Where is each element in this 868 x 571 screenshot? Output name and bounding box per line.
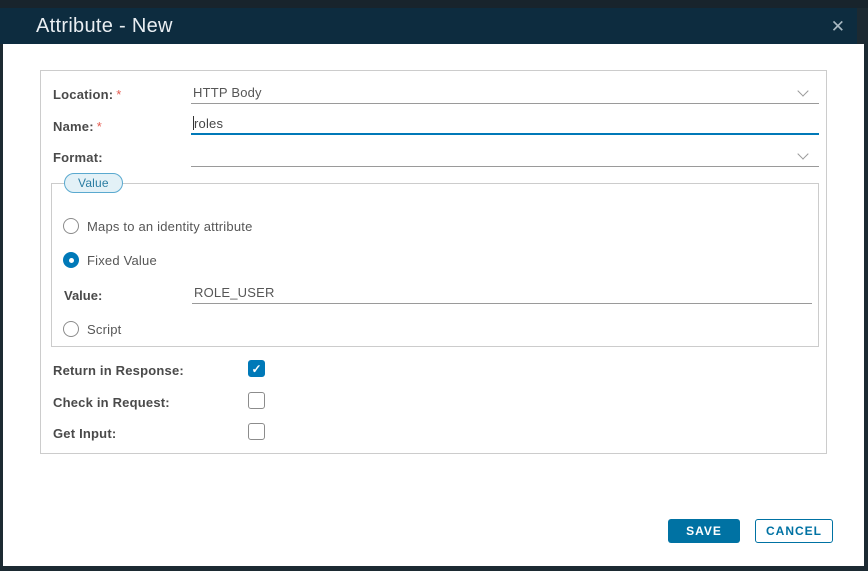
value-section: Value Maps to an identity attribute Fixe… xyxy=(51,183,819,347)
cancel-button[interactable]: CANCEL xyxy=(755,519,833,543)
get-input-label: Get Input: xyxy=(53,426,116,441)
check-in-request-label: Check in Request: xyxy=(53,395,170,410)
radio-unselected-icon[interactable] xyxy=(63,321,79,337)
radio-row-script[interactable]: Script xyxy=(63,321,121,337)
check-icon: ✓ xyxy=(251,363,261,375)
radio-selected-icon[interactable] xyxy=(63,252,79,268)
value-field-value: ROLE_USER xyxy=(194,285,275,300)
modal-header: Attribute - New ✕ xyxy=(0,8,857,44)
required-marker: * xyxy=(97,119,102,134)
name-value: roles xyxy=(194,116,223,131)
return-in-response-label: Return in Response: xyxy=(53,363,184,378)
radio-label: Fixed Value xyxy=(87,253,157,268)
format-select[interactable] xyxy=(191,145,819,167)
radio-unselected-icon[interactable] xyxy=(63,218,79,234)
background-overlay: Service Provider - Edit xyxy=(0,0,868,8)
name-label: Name:* xyxy=(53,119,102,134)
get-input-checkbox[interactable]: ✓ xyxy=(248,423,265,440)
location-label: Location:* xyxy=(53,87,122,102)
modal-body: Location:* HTTP Body Name:* roles Format… xyxy=(3,44,864,566)
value-input[interactable]: ROLE_USER xyxy=(192,282,812,304)
required-marker: * xyxy=(116,87,121,102)
return-in-response-checkbox[interactable]: ✓ xyxy=(248,360,265,377)
location-value: HTTP Body xyxy=(193,85,262,100)
modal-title: Attribute - New xyxy=(36,15,173,38)
close-icon[interactable]: ✕ xyxy=(831,18,845,35)
attribute-form: Location:* HTTP Body Name:* roles Format… xyxy=(40,70,827,454)
name-input[interactable]: roles xyxy=(191,113,819,135)
radio-label: Script xyxy=(87,322,121,337)
value-field-label: Value: xyxy=(64,288,102,303)
radio-label: Maps to an identity attribute xyxy=(87,219,253,234)
background-dialog-title: Service Provider - Edit xyxy=(124,0,325,6)
value-tab[interactable]: Value xyxy=(64,173,123,193)
chevron-down-icon[interactable] xyxy=(797,148,808,159)
radio-row-fixed-value[interactable]: Fixed Value xyxy=(63,252,157,268)
save-button[interactable]: SAVE xyxy=(668,519,740,543)
format-label: Format: xyxy=(53,150,103,165)
check-in-request-checkbox[interactable]: ✓ xyxy=(248,392,265,409)
chevron-down-icon[interactable] xyxy=(797,85,808,96)
location-select[interactable]: HTTP Body xyxy=(191,82,819,104)
radio-row-identity-attribute[interactable]: Maps to an identity attribute xyxy=(63,218,253,234)
